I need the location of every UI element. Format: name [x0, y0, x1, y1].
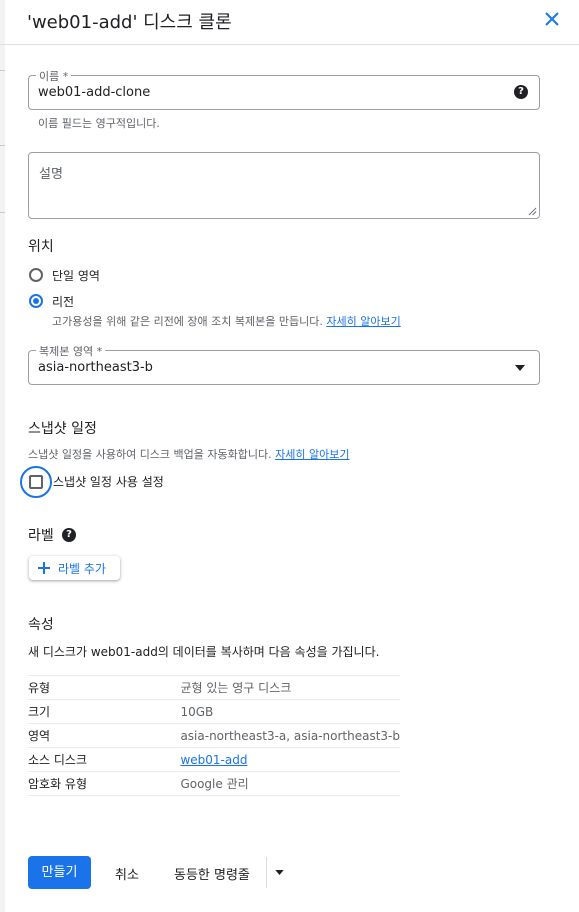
- table-row: 암호화 유형 Google 관리: [28, 771, 400, 796]
- property-key: 크기: [28, 699, 181, 724]
- table-row: 소스 디스크 web01-add: [28, 747, 400, 772]
- radio-region[interactable]: [29, 294, 43, 308]
- name-field-hint: 이름 필드는 영구적입니다.: [38, 117, 160, 130]
- properties-table: 유형 균형 있는 영구 디스크 크기 10GB 영역 asia-northeas…: [28, 675, 400, 796]
- description-textarea[interactable]: 설명: [28, 152, 540, 219]
- labels-heading: 라벨: [28, 528, 54, 544]
- dropdown-arrow-icon: [515, 365, 525, 371]
- location-heading: 위치: [28, 239, 54, 255]
- snapshot-learn-more-link[interactable]: 자세히 알아보기: [275, 448, 349, 461]
- region-hint: 고가용성을 위해 같은 리전에 장애 조치 복제본을 만듭니다. 자세히 알아보…: [52, 313, 401, 329]
- cancel-button[interactable]: 취소: [115, 864, 139, 883]
- properties-description: 새 디스크가 web01-add의 데이터를 복사하며 다음 속성을 가집니다.: [28, 645, 380, 659]
- table-row: 유형 균형 있는 영구 디스크: [28, 675, 400, 700]
- property-key: 영역: [28, 723, 181, 748]
- snapshot-checkbox-label[interactable]: 스냅샷 일정 사용 설정: [53, 473, 164, 490]
- region-hint-text: 고가용성을 위해 같은 리전에 장애 조치 복제본을 만듭니다.: [52, 315, 323, 328]
- replica-zone-value: asia-northeast3-b: [38, 360, 153, 375]
- property-value: Google 관리: [180, 771, 400, 796]
- labels-help-icon[interactable]: ?: [62, 528, 76, 542]
- background-panel-edge: [0, 0, 5, 912]
- name-field[interactable]: web01-add-clone ?: [28, 75, 540, 110]
- snapshot-hint: 스냅샷 일정을 사용하여 디스크 백업을 자동화합니다. 자세히 알아보기: [28, 446, 349, 462]
- table-row: 크기 10GB: [28, 699, 400, 724]
- snapshot-checkbox-focus-ring[interactable]: [20, 466, 52, 498]
- radio-region-label[interactable]: 리전: [52, 293, 74, 310]
- dialog-title: 'web01-add' 디스크 클론: [27, 12, 232, 33]
- property-value: asia-northeast3-a, asia-northeast3-b: [180, 723, 400, 748]
- table-row: 영역 asia-northeast3-a, asia-northeast3-b: [28, 723, 400, 748]
- snapshot-heading: 스냅샷 일정: [28, 421, 97, 437]
- add-label-button[interactable]: 라벨 추가: [29, 556, 120, 580]
- equivalent-command-dropdown-icon[interactable]: [275, 870, 284, 875]
- name-field-label: 이름 *: [36, 68, 72, 84]
- radio-single-zone-label[interactable]: 단일 영역: [52, 267, 100, 284]
- dialog-header: 'web01-add' 디스크 클론: [0, 0, 579, 45]
- footer-divider: [266, 857, 267, 888]
- create-button-label: 만들기: [41, 865, 78, 880]
- name-input[interactable]: web01-add-clone: [38, 85, 150, 100]
- create-button[interactable]: 만들기: [28, 856, 91, 889]
- replica-zone-label: 복제본 영역 *: [36, 343, 106, 359]
- property-value: 10GB: [180, 699, 400, 724]
- radio-single-zone[interactable]: [29, 268, 43, 282]
- property-key: 유형: [28, 675, 181, 700]
- region-learn-more-link[interactable]: 자세히 알아보기: [326, 315, 400, 328]
- property-key: 소스 디스크: [28, 747, 181, 772]
- help-icon[interactable]: ?: [514, 85, 528, 99]
- snapshot-hint-text: 스냅샷 일정을 사용하여 디스크 백업을 자동화합니다.: [28, 448, 272, 461]
- properties-heading: 속성: [28, 617, 54, 633]
- add-label-button-label: 라벨 추가: [58, 562, 106, 576]
- source-disk-link[interactable]: web01-add: [180, 753, 247, 767]
- snapshot-checkbox[interactable]: [29, 475, 43, 489]
- property-value: 균형 있는 영구 디스크: [180, 675, 400, 700]
- close-icon[interactable]: [540, 7, 564, 31]
- resize-handle-icon[interactable]: [528, 207, 537, 216]
- plus-icon: [38, 562, 50, 574]
- property-key: 암호화 유형: [28, 771, 181, 796]
- description-placeholder: 설명: [39, 167, 63, 182]
- equivalent-command-button[interactable]: 동등한 명령줄: [174, 864, 250, 883]
